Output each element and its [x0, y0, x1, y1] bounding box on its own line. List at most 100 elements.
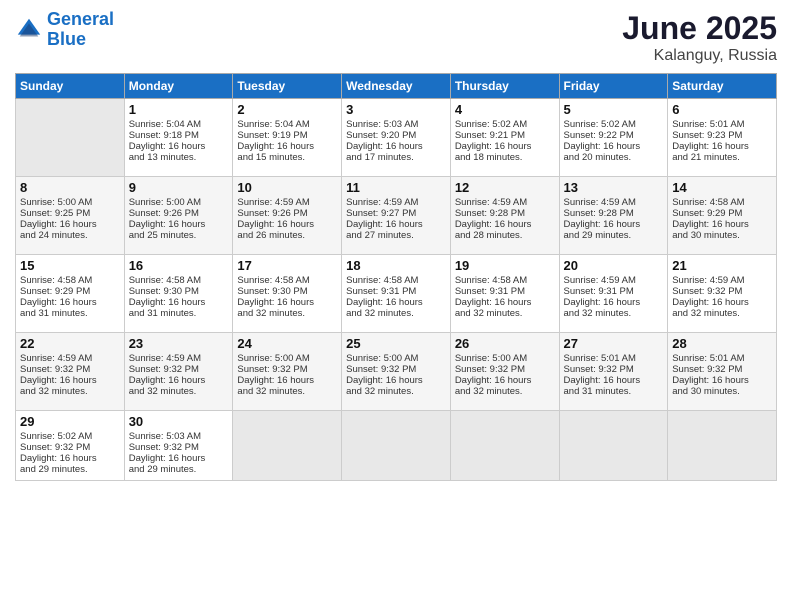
sunrise-label: Sunrise: 5:00 AM — [20, 197, 92, 208]
day-number: 30 — [129, 414, 229, 429]
sunrise-label: Sunrise: 5:03 AM — [346, 119, 418, 130]
daylight-minutes: and 27 minutes. — [346, 230, 414, 241]
day-number: 10 — [237, 180, 337, 195]
sunrise-label: Sunrise: 4:59 AM — [129, 353, 201, 364]
sunrise-label: Sunrise: 5:02 AM — [455, 119, 527, 130]
sunrise-label: Sunrise: 4:59 AM — [564, 197, 636, 208]
logo-icon — [15, 16, 43, 44]
daylight-label: Daylight: 16 hours — [455, 141, 532, 152]
sunrise-label: Sunrise: 4:58 AM — [346, 275, 418, 286]
daylight-label: Daylight: 16 hours — [20, 219, 97, 230]
day-number: 12 — [455, 180, 555, 195]
day-number: 26 — [455, 336, 555, 351]
day-number: 27 — [564, 336, 664, 351]
col-saturday: Saturday — [668, 74, 777, 99]
day-number: 2 — [237, 102, 337, 117]
sunrise-label: Sunrise: 4:59 AM — [455, 197, 527, 208]
logo-text: General Blue — [47, 10, 114, 50]
sunrise-label: Sunrise: 5:01 AM — [672, 119, 744, 130]
sunset-label: Sunset: 9:32 PM — [455, 364, 525, 375]
daylight-minutes: and 32 minutes. — [346, 308, 414, 319]
sunrise-label: Sunrise: 4:58 AM — [129, 275, 201, 286]
header-row: Sunday Monday Tuesday Wednesday Thursday… — [16, 74, 777, 99]
sunset-label: Sunset: 9:23 PM — [672, 130, 742, 141]
daylight-minutes: and 31 minutes. — [20, 308, 88, 319]
title-area: June 2025 Kalanguy, Russia — [622, 10, 777, 65]
daylight-minutes: and 18 minutes. — [455, 152, 523, 163]
daylight-label: Daylight: 16 hours — [455, 375, 532, 386]
table-row: 21Sunrise: 4:59 AMSunset: 9:32 PMDayligh… — [668, 255, 777, 333]
day-number: 21 — [672, 258, 772, 273]
day-number: 24 — [237, 336, 337, 351]
daylight-label: Daylight: 16 hours — [129, 453, 206, 464]
table-row: 6Sunrise: 5:01 AMSunset: 9:23 PMDaylight… — [668, 99, 777, 177]
month-title: June 2025 — [622, 10, 777, 47]
sunset-label: Sunset: 9:29 PM — [672, 208, 742, 219]
sunrise-label: Sunrise: 5:04 AM — [129, 119, 201, 130]
daylight-minutes: and 29 minutes. — [129, 464, 197, 475]
sunrise-label: Sunrise: 4:58 AM — [672, 197, 744, 208]
table-row: 10Sunrise: 4:59 AMSunset: 9:26 PMDayligh… — [233, 177, 342, 255]
day-number: 14 — [672, 180, 772, 195]
sunrise-label: Sunrise: 5:00 AM — [237, 353, 309, 364]
table-row — [450, 411, 559, 481]
daylight-label: Daylight: 16 hours — [346, 375, 423, 386]
day-number: 6 — [672, 102, 772, 117]
day-number: 29 — [20, 414, 120, 429]
day-number: 19 — [455, 258, 555, 273]
sunrise-label: Sunrise: 5:03 AM — [129, 431, 201, 442]
daylight-label: Daylight: 16 hours — [20, 375, 97, 386]
table-row: 9Sunrise: 5:00 AMSunset: 9:26 PMDaylight… — [124, 177, 233, 255]
day-number: 3 — [346, 102, 446, 117]
sunset-label: Sunset: 9:32 PM — [237, 364, 307, 375]
daylight-minutes: and 32 minutes. — [237, 386, 305, 397]
day-number: 15 — [20, 258, 120, 273]
table-row — [559, 411, 668, 481]
daylight-label: Daylight: 16 hours — [237, 375, 314, 386]
sunrise-label: Sunrise: 5:00 AM — [346, 353, 418, 364]
logo-line1: General — [47, 9, 114, 29]
table-row: 12Sunrise: 4:59 AMSunset: 9:28 PMDayligh… — [450, 177, 559, 255]
daylight-label: Daylight: 16 hours — [237, 297, 314, 308]
col-monday: Monday — [124, 74, 233, 99]
daylight-minutes: and 15 minutes. — [237, 152, 305, 163]
daylight-label: Daylight: 16 hours — [564, 375, 641, 386]
daylight-minutes: and 32 minutes. — [672, 308, 740, 319]
sunset-label: Sunset: 9:32 PM — [346, 364, 416, 375]
table-row: 11Sunrise: 4:59 AMSunset: 9:27 PMDayligh… — [342, 177, 451, 255]
daylight-minutes: and 28 minutes. — [455, 230, 523, 241]
sunrise-label: Sunrise: 4:59 AM — [346, 197, 418, 208]
daylight-label: Daylight: 16 hours — [129, 219, 206, 230]
logo: General Blue — [15, 10, 114, 50]
table-row: 8Sunrise: 5:00 AMSunset: 9:25 PMDaylight… — [16, 177, 125, 255]
col-tuesday: Tuesday — [233, 74, 342, 99]
day-number: 17 — [237, 258, 337, 273]
calendar-table: Sunday Monday Tuesday Wednesday Thursday… — [15, 73, 777, 481]
sunrise-label: Sunrise: 4:59 AM — [20, 353, 92, 364]
sunrise-label: Sunrise: 5:02 AM — [20, 431, 92, 442]
daylight-label: Daylight: 16 hours — [455, 297, 532, 308]
table-row: 5Sunrise: 5:02 AMSunset: 9:22 PMDaylight… — [559, 99, 668, 177]
calendar-week-row: 29Sunrise: 5:02 AMSunset: 9:32 PMDayligh… — [16, 411, 777, 481]
sunset-label: Sunset: 9:21 PM — [455, 130, 525, 141]
sunset-label: Sunset: 9:30 PM — [129, 286, 199, 297]
sunset-label: Sunset: 9:29 PM — [20, 286, 90, 297]
table-row: 18Sunrise: 4:58 AMSunset: 9:31 PMDayligh… — [342, 255, 451, 333]
header: General Blue June 2025 Kalanguy, Russia — [15, 10, 777, 65]
day-number: 22 — [20, 336, 120, 351]
daylight-label: Daylight: 16 hours — [237, 141, 314, 152]
logo-line2: Blue — [47, 29, 86, 49]
table-row: 1Sunrise: 5:04 AMSunset: 9:18 PMDaylight… — [124, 99, 233, 177]
table-row — [233, 411, 342, 481]
sunrise-label: Sunrise: 5:01 AM — [564, 353, 636, 364]
col-wednesday: Wednesday — [342, 74, 451, 99]
daylight-minutes: and 32 minutes. — [237, 308, 305, 319]
table-row: 30Sunrise: 5:03 AMSunset: 9:32 PMDayligh… — [124, 411, 233, 481]
table-row: 24 Sunrise: 5:00 AMSunset: 9:32 PMDayligh… — [233, 333, 342, 411]
day-number: 28 — [672, 336, 772, 351]
daylight-label: Daylight: 16 hours — [672, 297, 749, 308]
sunset-label: Sunset: 9:18 PM — [129, 130, 199, 141]
sunset-label: Sunset: 9:32 PM — [672, 286, 742, 297]
daylight-minutes: and 32 minutes. — [129, 386, 197, 397]
daylight-minutes: and 32 minutes. — [564, 308, 632, 319]
